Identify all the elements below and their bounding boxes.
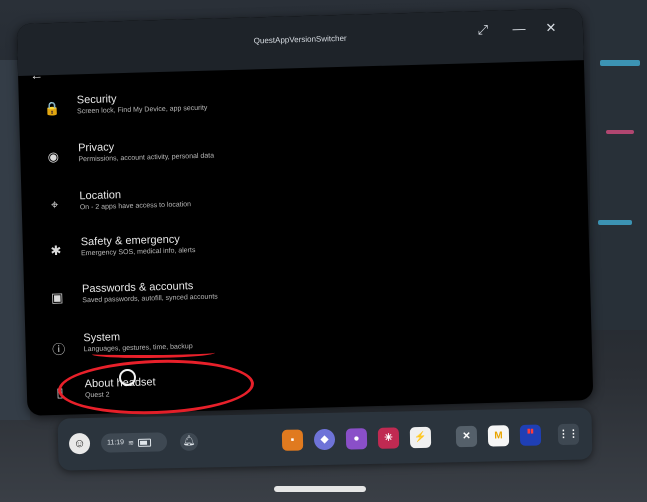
settings-item-privacy[interactable]: ◉ Privacy Permissions, account activity,… <box>42 129 567 184</box>
clock-time: 11:19 <box>106 439 125 447</box>
privacy-eye-icon: ◉ <box>47 148 60 165</box>
expand-icon[interactable]: ⤢ <box>475 22 491 37</box>
window-titlebar[interactable]: QuestAppVersionSwitcher ⤢ — ✕ <box>16 8 584 76</box>
dock-bar: ☺ 11:19 ≋ 🔔︎ ▪ ◆ ● ✳ ⚡ ✕ M ▮▮ ⋮⋮ <box>57 407 593 471</box>
xbox-app-icon[interactable]: ✕ <box>455 425 478 448</box>
quick-settings-pill[interactable]: 11:19 ≋ <box>100 432 168 453</box>
battery-icon <box>137 438 151 447</box>
app-library-icon[interactable]: ⋮⋮ <box>557 423 580 446</box>
notification-bell-icon[interactable]: 🔔︎ <box>179 432 199 452</box>
store-app-icon[interactable]: ▪ <box>281 429 304 451</box>
asterisk-icon: ✱ <box>50 242 62 259</box>
account-box-icon: ▣ <box>50 289 64 306</box>
settings-list: 🔒 Security Screen lock, Find My Device, … <box>18 66 593 416</box>
info-icon: ⓘ <box>52 341 66 358</box>
window-title: QuestAppVersionSwitcher <box>253 33 347 46</box>
beat-saber-app-icon[interactable]: ▮▮ <box>519 424 542 446</box>
android-app-icon[interactable]: ⚡ <box>409 426 432 449</box>
people-app-icon[interactable]: ● <box>345 428 368 450</box>
settings-item-passwords-accounts[interactable]: ▣ Passwords & accounts Saved passwords, … <box>46 270 571 325</box>
m-app-icon[interactable]: M <box>487 425 510 447</box>
settings-item-location[interactable]: ⌖ Location On - 2 apps have access to lo… <box>43 177 568 232</box>
explore-app-icon[interactable]: ◆ <box>313 428 336 451</box>
close-icon[interactable]: ✕ <box>543 20 559 35</box>
settings-item-subtitle: On - 2 apps have access to location <box>79 201 192 212</box>
lock-icon: 🔒 <box>43 100 61 117</box>
city-light <box>600 60 640 66</box>
settings-item-security[interactable]: 🔒 Security Screen lock, Find My Device, … <box>41 81 566 136</box>
city-building-right <box>590 0 647 330</box>
avatar[interactable]: ☺ <box>68 432 91 455</box>
wifi-icon: ≋ <box>127 439 134 447</box>
settings-item-safety-emergency[interactable]: ✱ Safety & emergency Emergency SOS, medi… <box>45 223 570 278</box>
pointer-cursor-icon <box>119 369 136 386</box>
city-light <box>606 130 634 134</box>
city-light <box>598 220 632 225</box>
minimize-icon[interactable]: — <box>511 21 527 36</box>
game-app-icon[interactable]: ✳ <box>377 427 400 449</box>
settings-item-subtitle: Emergency SOS, medical info, alerts <box>80 247 196 258</box>
home-indicator-bar[interactable] <box>274 486 366 492</box>
location-pin-icon: ⌖ <box>50 196 59 213</box>
